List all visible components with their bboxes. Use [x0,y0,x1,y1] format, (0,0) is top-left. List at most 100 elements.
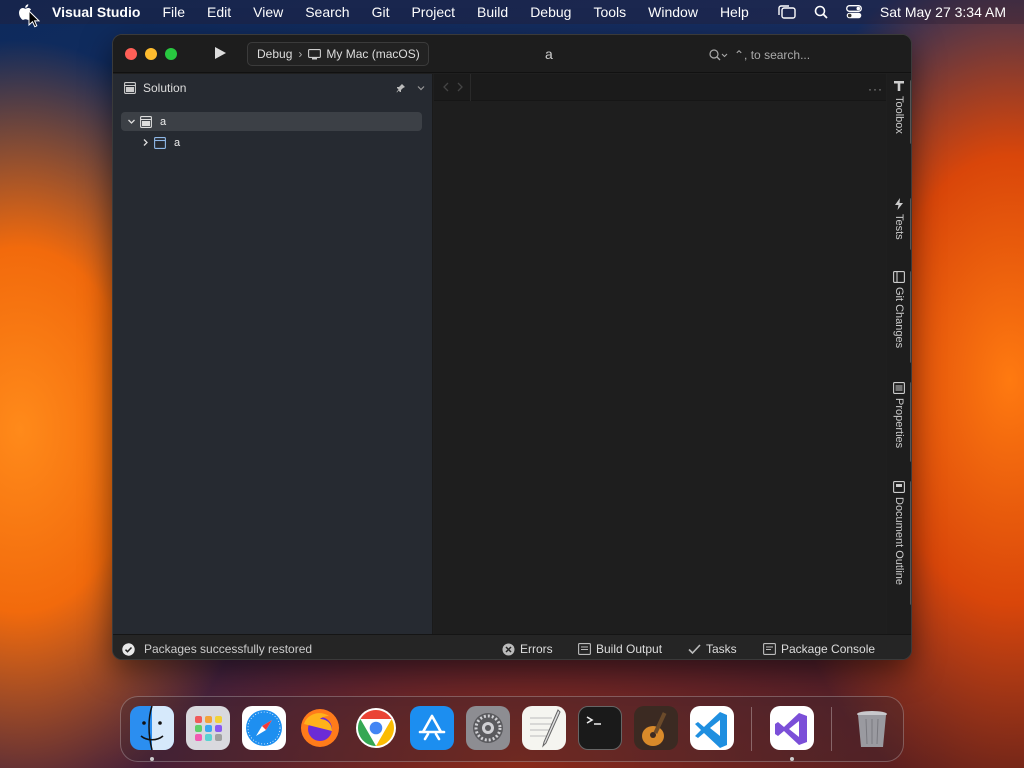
control-center-icon[interactable] [845,5,862,19]
menu-app-name[interactable]: Visual Studio [52,4,140,20]
editor-tab-bar: ··· [434,74,886,101]
pad-indicator [910,382,911,462]
build-output-icon [578,643,591,655]
zoom-window-button[interactable] [165,48,177,60]
terminal-icon[interactable] [578,706,622,750]
chevron-right-icon: › [298,47,303,61]
chrome-icon[interactable] [354,706,398,750]
navigate-forward-icon[interactable] [456,82,464,92]
launchpad-icon[interactable] [186,706,230,750]
editor-area[interactable]: ··· [434,74,886,634]
menu-debug[interactable]: Debug [530,4,571,20]
package-console-label: Package Console [781,642,876,656]
solution-pane: Solution a a [113,74,433,634]
errors-pad-button[interactable]: Errors [502,640,553,658]
menu-git[interactable]: Git [372,4,390,20]
menu-build[interactable]: Build [477,4,508,20]
tree-item-label: a [174,136,181,149]
tree-item-label: a [160,115,167,128]
dock-separator [751,707,752,751]
run-configuration-selector[interactable]: Debug › My Mac (macOS) [247,42,429,66]
chevron-right-icon[interactable] [141,138,150,147]
properties-label: Properties [893,398,905,449]
error-icon [502,643,515,655]
chevron-down-icon[interactable] [416,83,426,93]
git-changes-pad-button[interactable]: Git Changes [887,271,911,363]
properties-pad-button[interactable]: Properties [887,382,911,462]
search-placeholder: ⌃, to search... [734,48,811,62]
pad-indicator [910,481,911,605]
running-indicator [790,757,794,761]
status-text: Packages successfully restored [144,642,313,656]
firefox-icon[interactable] [298,706,342,750]
tab-bar-divider [470,74,471,101]
run-target: My Mac (macOS) [326,47,420,61]
navigate-back-icon[interactable] [442,82,450,92]
menu-clock[interactable]: Sat May 27 3:34 AM [880,4,1006,20]
mouse-cursor-icon [28,9,41,33]
pad-indicator [910,271,911,363]
stage-manager-icon[interactable] [778,5,796,19]
tests-label: Tests [893,214,905,240]
check-icon [688,644,701,655]
trash-icon[interactable] [850,706,894,750]
garageband-icon[interactable] [634,706,678,750]
errors-label: Errors [520,642,553,656]
package-console-icon [763,643,776,655]
ide-window: Debug › My Mac (macOS) a ⌃, to search...… [112,34,912,660]
menu-file[interactable]: File [162,4,185,20]
search-field[interactable]: ⌃, to search... [709,46,869,64]
visual-studio-icon[interactable] [770,706,814,750]
pad-indicator [910,198,911,250]
tasks-pad-button[interactable]: Tasks [688,640,737,658]
menu-tools[interactable]: Tools [593,4,626,20]
tool-pads-bar: Toolbox Tests Git Changes Properties Doc… [887,74,911,634]
finder-icon[interactable] [130,706,174,750]
tests-pad-button[interactable]: Tests [887,198,911,250]
solution-pane-icon [124,82,136,94]
textedit-icon[interactable] [522,706,566,750]
pad-indicator [910,80,911,144]
close-window-button[interactable] [125,48,137,60]
check-circle-icon [122,642,135,656]
more-options-icon[interactable]: ··· [868,82,883,96]
git-changes-icon [893,271,905,283]
menu-help[interactable]: Help [720,4,749,20]
safari-icon[interactable] [242,706,286,750]
tree-item-project[interactable]: a [121,133,422,152]
status-message: Packages successfully restored [122,642,312,656]
menu-search[interactable]: Search [305,4,349,20]
run-button[interactable] [213,46,229,62]
tasks-label: Tasks [706,642,737,656]
pin-icon[interactable] [396,83,406,93]
search-icon [709,49,728,61]
solution-file-icon [140,115,152,128]
minimize-window-button[interactable] [145,48,157,60]
dock-separator [831,707,832,751]
dock [120,696,904,762]
document-outline-pad-button[interactable]: Document Outline [887,481,911,605]
vscode-icon[interactable] [690,706,734,750]
solution-title: Solution [143,81,187,95]
chevron-down-icon[interactable] [127,117,136,126]
tree-item-solution[interactable]: a [121,112,422,131]
title-bar: Debug › My Mac (macOS) a ⌃, to search... [113,35,911,73]
build-configuration: Debug [257,47,293,61]
menu-window[interactable]: Window [648,4,698,20]
menu-bar: Visual Studio File Edit View Search Git … [0,0,1024,24]
build-output-label: Build Output [596,642,663,656]
menu-view[interactable]: View [253,4,283,20]
system-settings-icon[interactable] [466,706,510,750]
package-console-pad-button[interactable]: Package Console [763,640,875,658]
play-icon [215,47,226,59]
monitor-icon [308,48,322,59]
menu-edit[interactable]: Edit [207,4,231,20]
lightning-icon [895,198,903,210]
app-store-icon[interactable] [410,706,454,750]
toolbox-label: Toolbox [893,96,905,134]
menu-project[interactable]: Project [411,4,455,20]
toolbox-pad-button[interactable]: Toolbox [887,80,911,144]
project-icon [154,136,166,149]
build-output-pad-button[interactable]: Build Output [578,640,662,658]
spotlight-search-icon[interactable] [814,5,828,19]
